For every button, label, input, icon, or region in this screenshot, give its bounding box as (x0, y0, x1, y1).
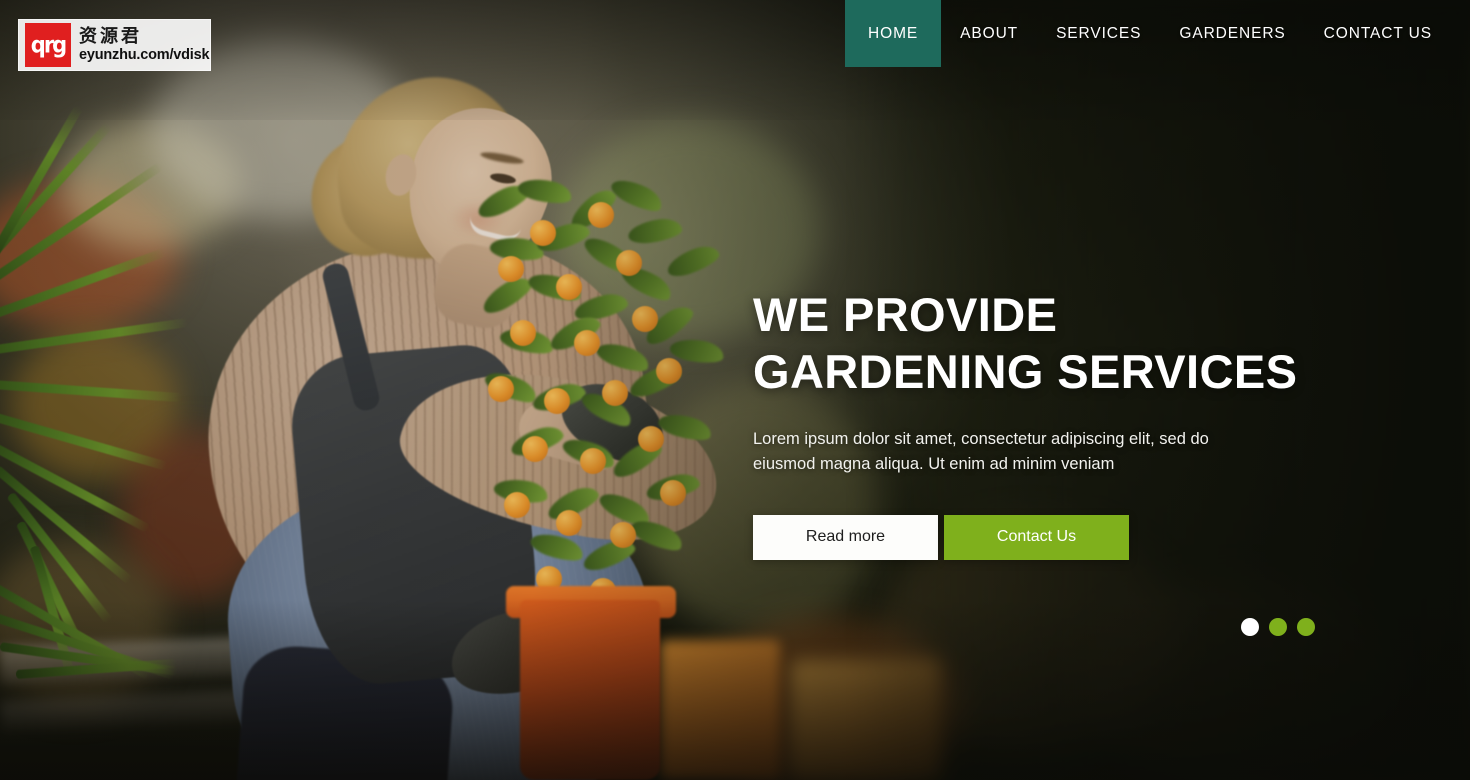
carousel-dot-3[interactable] (1297, 618, 1315, 636)
nav-item-gardeners[interactable]: GARDENERS (1160, 0, 1304, 67)
contact-us-button[interactable]: Contact Us (944, 514, 1129, 560)
read-more-button[interactable]: Read more (753, 514, 938, 560)
carousel-dot-2[interactable] (1269, 618, 1287, 636)
carousel-dot-1[interactable] (1241, 618, 1259, 636)
logo-text-group: 资源君 eyunzhu.com/vdisk (79, 25, 210, 63)
main-navigation: HOME ABOUT SERVICES GARDENERS CONTACT US (845, 0, 1470, 67)
site-header: HOME ABOUT SERVICES GARDENERS CONTACT US (0, 0, 1470, 67)
nav-item-services[interactable]: SERVICES (1037, 0, 1160, 67)
page-root: qrg 资源君 eyunzhu.com/vdisk HOME ABOUT SER… (0, 0, 1470, 780)
site-logo-watermark[interactable]: qrg 资源君 eyunzhu.com/vdisk (18, 19, 211, 71)
carousel-dots (1241, 618, 1315, 636)
hero-content: WE PROVIDE GARDENING SERVICES Lorem ipsu… (753, 286, 1353, 560)
logo-url: eyunzhu.com/vdisk (79, 46, 210, 63)
nav-item-about[interactable]: ABOUT (941, 0, 1037, 67)
logo-chinese-name: 资源君 (79, 25, 142, 47)
hero-button-group: Read more Contact Us (753, 514, 1353, 560)
logo-seal-icon: qrg (25, 23, 71, 67)
hero-subtitle: Lorem ipsum dolor sit amet, consectetur … (753, 429, 1209, 473)
nav-item-contact-us[interactable]: CONTACT US (1305, 0, 1470, 67)
hero-title-line-1: WE PROVIDE (753, 288, 1058, 341)
logo-seal-glyph: qrg (30, 31, 67, 58)
hero-title-line-2: GARDENING SERVICES (753, 345, 1298, 399)
nav-item-home[interactable]: HOME (845, 0, 942, 67)
